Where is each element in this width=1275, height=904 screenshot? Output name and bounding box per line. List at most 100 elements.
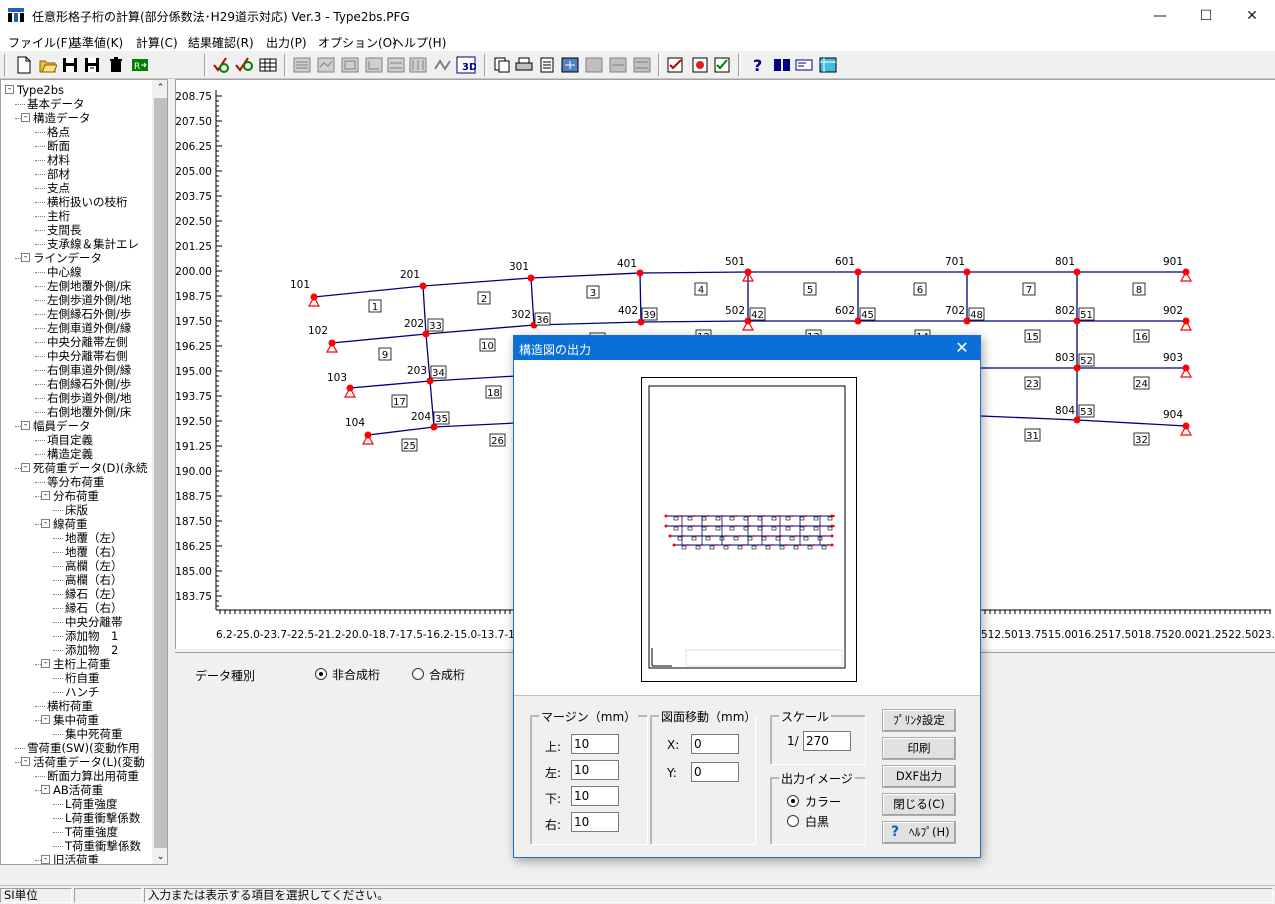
save-as-icon[interactable] — [82, 55, 102, 75]
tree-item[interactable]: ハンチ — [65, 685, 100, 699]
composite-radio[interactable] — [412, 668, 424, 680]
help-button[interactable]: ? ﾍﾙﾌﾟ(H) — [882, 821, 956, 844]
tree-item[interactable]: 等分布荷重 — [47, 475, 105, 489]
tree-item[interactable]: ラインデータ — [33, 251, 102, 265]
tree-item[interactable]: 左側歩道外側/地 — [47, 293, 131, 307]
tree-item[interactable]: 構造定義 — [47, 447, 93, 461]
output-2-icon[interactable] — [608, 55, 628, 75]
tree-item[interactable]: 断面 — [47, 139, 70, 153]
tree-item[interactable]: 中央分離帯左側 — [47, 335, 128, 349]
tree-item[interactable]: 雪荷重(SW)(変動作用 — [27, 741, 140, 755]
dialog-close-icon[interactable]: ✕ — [948, 337, 976, 359]
menu-options[interactable]: オプション(O) — [318, 34, 397, 51]
tree-item[interactable]: 右側地覆外側/床 — [47, 405, 131, 419]
tree-item[interactable]: 高欄（右） — [65, 573, 123, 587]
web-icon[interactable] — [818, 55, 838, 75]
monochrome-radio[interactable] — [787, 815, 799, 827]
export-icon[interactable]: R — [130, 55, 150, 75]
tree-collapse-icon[interactable]: - — [21, 757, 30, 766]
report-icon[interactable] — [690, 55, 710, 75]
output-3-icon[interactable] — [632, 55, 652, 75]
tree-item[interactable]: 幅員データ — [33, 419, 91, 433]
color-radio[interactable] — [787, 795, 799, 807]
menu-file[interactable]: ファイル(F) — [8, 34, 72, 51]
close-dialog-button[interactable]: 閉じる(C) — [882, 793, 956, 816]
monochrome-label[interactable]: 白黒 — [805, 813, 829, 830]
tree-item[interactable]: 死荷重データ(D)(永続 — [33, 461, 147, 475]
tree-item[interactable]: 集中荷重 — [53, 713, 99, 727]
print-button[interactable]: 印刷 — [882, 737, 956, 760]
tree-item[interactable]: 地覆（左） — [65, 531, 123, 545]
tree-item[interactable]: 左側縁石外側/歩 — [47, 307, 131, 321]
tree-item[interactable]: 中央分離帯 — [65, 615, 123, 629]
help-icon[interactable]: ? — [748, 55, 768, 75]
tree-item[interactable]: 基本データ — [27, 97, 85, 111]
tree-item[interactable]: T荷重強度 — [65, 825, 118, 839]
print-preview-icon[interactable] — [492, 55, 512, 75]
tree-item[interactable]: 地覆（右） — [65, 545, 123, 559]
menu-calculate[interactable]: 計算(C) — [136, 34, 178, 51]
tree-item[interactable]: 桁自重 — [65, 671, 100, 685]
output-1-icon[interactable] — [584, 55, 604, 75]
tree-item[interactable]: 支点 — [47, 181, 70, 195]
tree-item[interactable]: 項目定義 — [47, 433, 93, 447]
info-card-icon[interactable] — [794, 55, 814, 75]
margin-top-input[interactable]: 10 — [571, 734, 619, 754]
printer-settings-button[interactable]: ﾌﾟﾘﾝﾀ設定 — [882, 709, 956, 732]
menu-standard-values[interactable]: 基準値(K) — [70, 34, 123, 51]
tree-item[interactable]: 旧活荷重 — [53, 853, 99, 864]
noncomposite-label[interactable]: 非合成桁 — [332, 666, 380, 683]
tree-item[interactable]: 横桁荷重 — [47, 699, 93, 713]
print-icon[interactable] — [514, 55, 534, 75]
tree-collapse-icon[interactable]: - — [21, 253, 30, 262]
tree-collapse-icon[interactable]: - — [5, 85, 14, 94]
tree-collapse-icon[interactable]: - — [41, 715, 50, 724]
menu-output[interactable]: 出力(P) — [266, 34, 307, 51]
tree-collapse-icon[interactable]: - — [21, 113, 30, 122]
tree-item[interactable]: 添加物 2 — [65, 643, 118, 657]
move-x-input[interactable]: 0 — [691, 734, 739, 754]
tree-item[interactable]: 左側車道外側/縁 — [47, 321, 131, 335]
tree-item[interactable]: 床版 — [65, 503, 88, 517]
menu-help[interactable]: ヘルプ(H) — [392, 34, 446, 51]
tree-collapse-icon[interactable]: - — [21, 421, 30, 430]
tree-collapse-icon[interactable]: - — [41, 855, 50, 864]
scale-input[interactable]: 270 — [803, 731, 851, 751]
composite-label[interactable]: 合成桁 — [429, 666, 465, 683]
tree-collapse-icon[interactable]: - — [41, 519, 50, 528]
tree-item[interactable]: 支承線＆集計エレ — [47, 237, 139, 251]
tree-item[interactable]: 高欄（左） — [65, 559, 123, 573]
open-folder-icon[interactable] — [38, 55, 58, 75]
menu-check-results[interactable]: 結果確認(R) — [188, 34, 254, 51]
scroll-down-icon[interactable]: ⌄ — [152, 849, 167, 864]
table-icon[interactable] — [258, 55, 278, 75]
result-7-icon[interactable] — [432, 55, 452, 75]
scroll-up-icon[interactable]: ⌃ — [152, 80, 167, 97]
margin-bottom-input[interactable]: 10 — [571, 786, 619, 806]
margin-left-input[interactable]: 10 — [571, 760, 619, 780]
tree-collapse-icon[interactable]: - — [41, 785, 50, 794]
tree-item[interactable]: 添加物 1 — [65, 629, 118, 643]
tree-item[interactable]: 分布荷重 — [53, 489, 99, 503]
tree-item[interactable]: Type2bs — [17, 83, 64, 97]
save-icon[interactable] — [60, 55, 80, 75]
tree-item[interactable]: 構造データ — [33, 111, 91, 125]
result-6-icon[interactable] — [408, 55, 428, 75]
tree-item[interactable]: 格点 — [47, 125, 70, 139]
tree-collapse-icon[interactable]: - — [21, 463, 30, 472]
check-compute-icon[interactable] — [234, 55, 254, 75]
result-5-icon[interactable] — [386, 55, 406, 75]
tree-item[interactable]: 主桁上荷重 — [53, 657, 111, 671]
tree-item[interactable]: 支間長 — [47, 223, 82, 237]
move-y-input[interactable]: 0 — [691, 762, 739, 782]
tree-item[interactable]: 右側縁石外側/歩 — [47, 377, 131, 391]
tree-item[interactable]: 右側歩道外側/地 — [47, 391, 131, 405]
document-icon[interactable] — [712, 55, 732, 75]
tree-item[interactable]: 中心線 — [47, 265, 82, 279]
tree-item[interactable]: 右側車道外側/縁 — [47, 363, 131, 377]
3d-view-icon[interactable]: 3D — [456, 55, 476, 75]
noncomposite-radio[interactable] — [315, 668, 327, 680]
print-list-icon[interactable] — [538, 55, 558, 75]
tree-item[interactable]: 主桁 — [47, 209, 70, 223]
tree-item[interactable]: T荷重衝撃係数 — [65, 839, 141, 853]
